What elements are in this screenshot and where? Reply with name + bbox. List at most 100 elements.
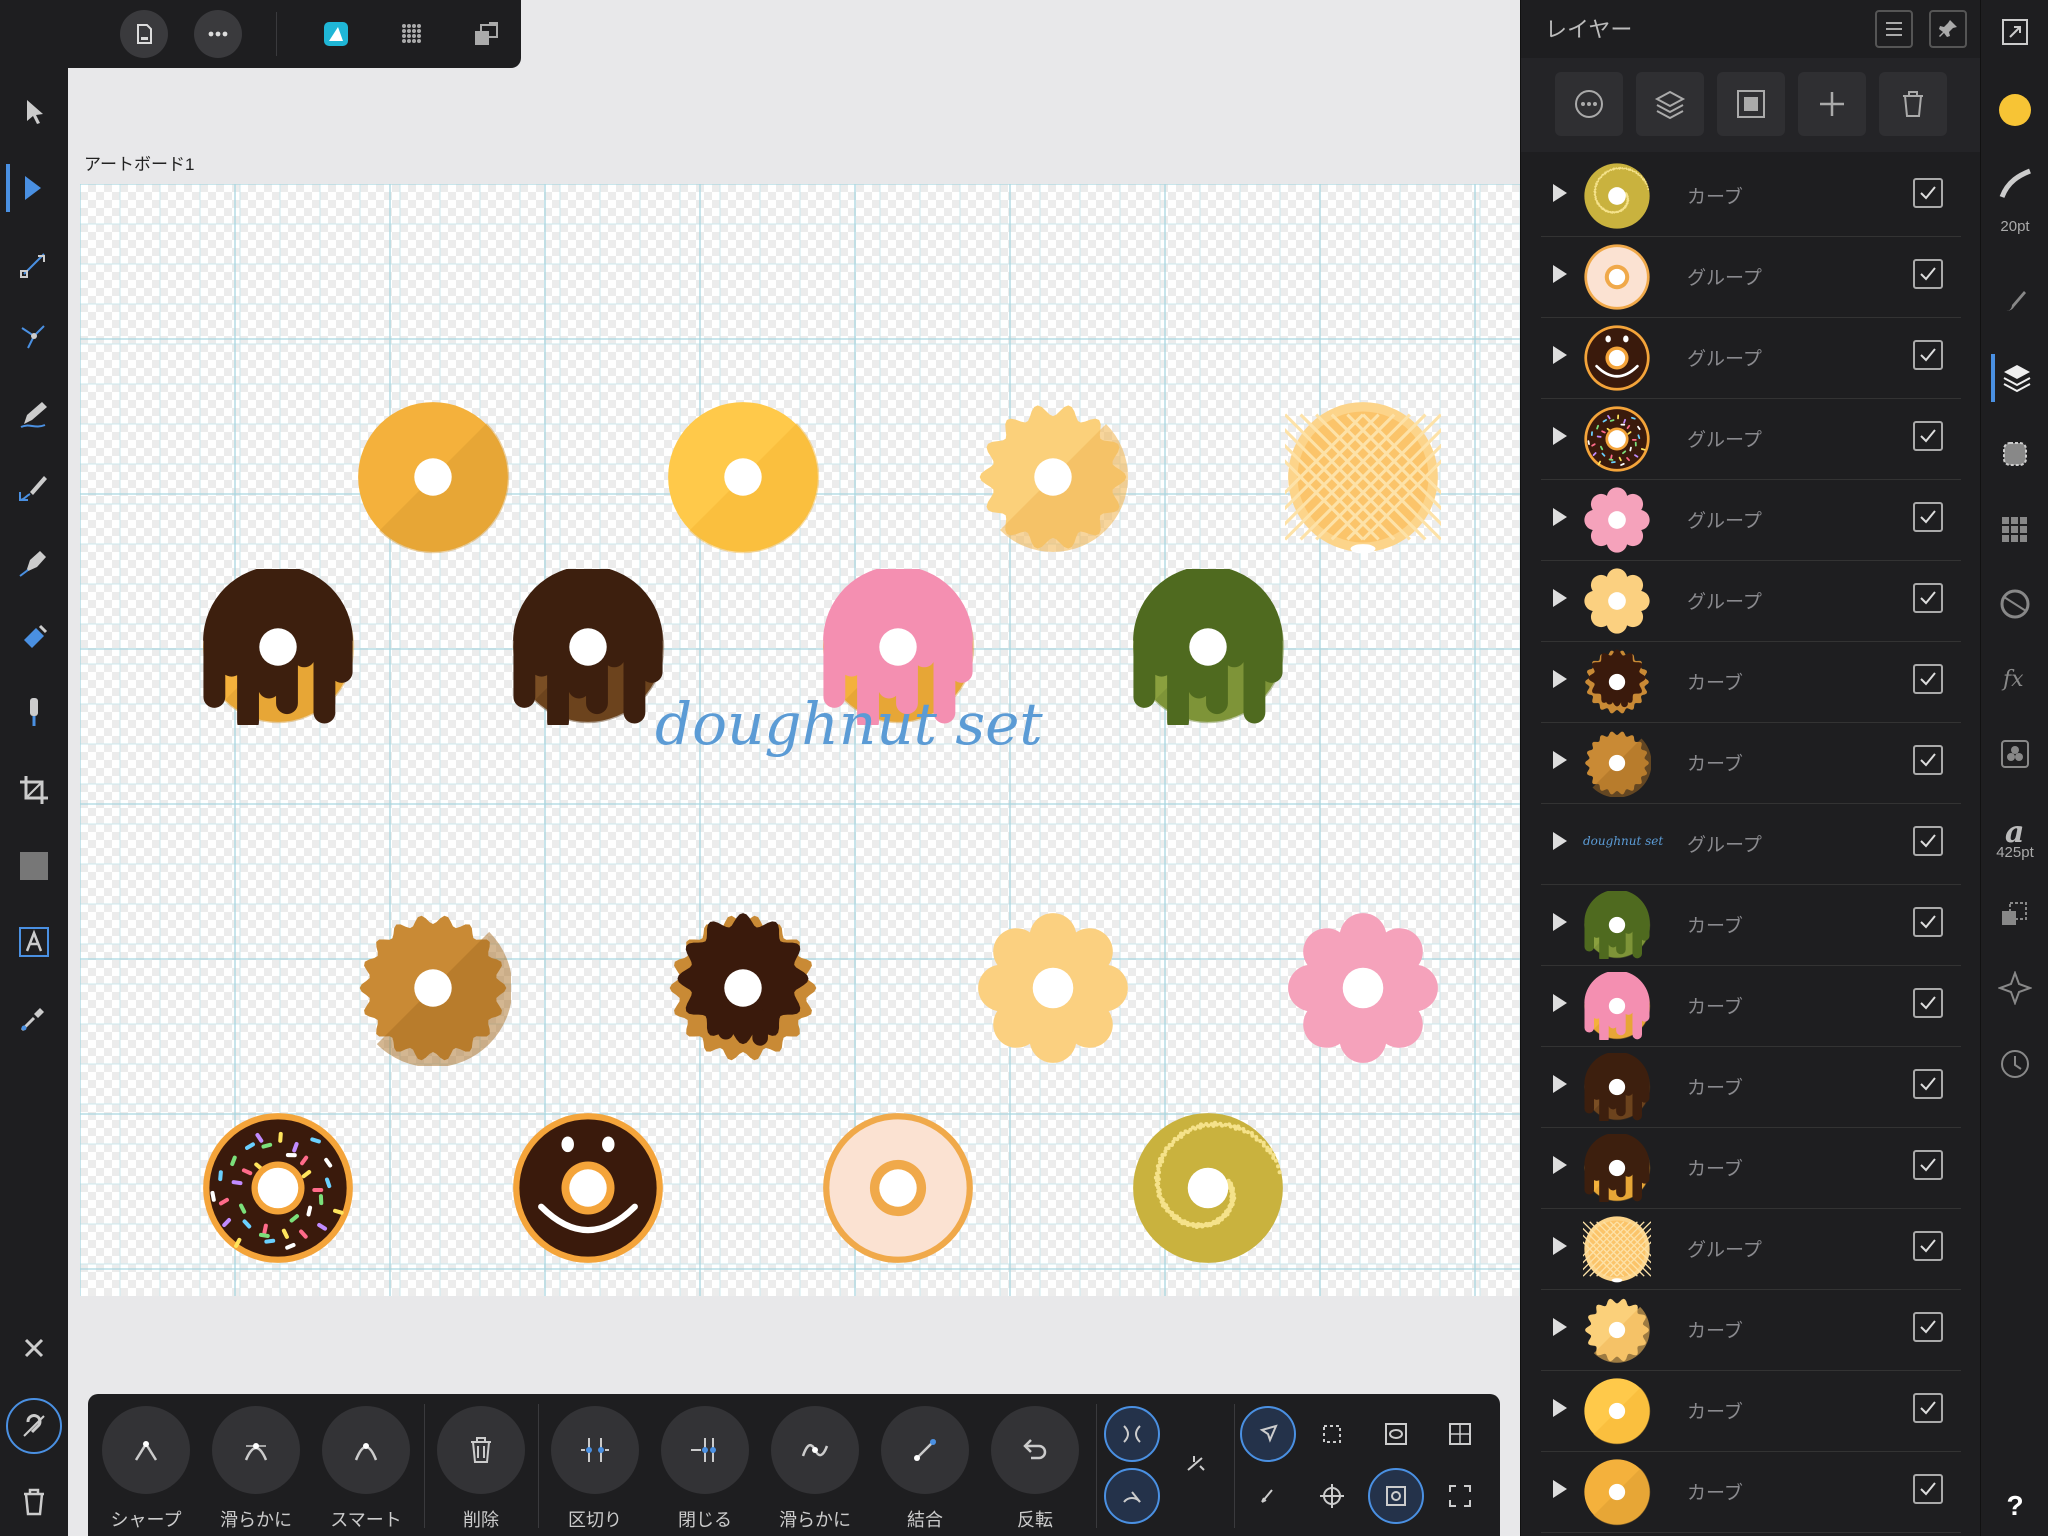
- delete-button[interactable]: 削除: [426, 1406, 536, 1532]
- layer-row[interactable]: カーブ: [1541, 1452, 1961, 1533]
- layer-row[interactable]: カーブ: [1541, 966, 1961, 1047]
- close-curve-button[interactable]: 閉じる: [650, 1406, 760, 1532]
- visibility-checkbox[interactable]: [1913, 988, 1943, 1018]
- visibility-checkbox[interactable]: [1913, 178, 1943, 208]
- expand-arrow-icon[interactable]: [1553, 751, 1567, 769]
- styles-icon[interactable]: [1991, 730, 2039, 778]
- doughnut-cream-ring[interactable]: [820, 1110, 976, 1270]
- layer-row[interactable]: カーブ: [1541, 1371, 1961, 1452]
- layer-row[interactable]: カーブ: [1541, 642, 1961, 723]
- pixel-persona-icon[interactable]: [388, 10, 436, 58]
- transparency-tool-icon[interactable]: [10, 688, 58, 736]
- layer-options-icon[interactable]: [1555, 72, 1623, 136]
- move-tool-icon[interactable]: [10, 88, 58, 136]
- text-tool-icon[interactable]: [10, 918, 58, 966]
- add-icon[interactable]: [1798, 72, 1866, 136]
- navigator-icon[interactable]: [1991, 964, 2039, 1012]
- visibility-checkbox[interactable]: [1913, 259, 1943, 289]
- layer-row[interactable]: カーブ: [1541, 156, 1961, 237]
- export-persona-icon[interactable]: [462, 10, 510, 58]
- layer-row[interactable]: グループ: [1541, 561, 1961, 642]
- transform-icon[interactable]: [1991, 890, 2039, 938]
- expand-arrow-icon[interactable]: [1553, 589, 1567, 607]
- doughnut-brown-bumpy[interactable]: [355, 910, 513, 1070]
- visibility-checkbox[interactable]: [1913, 583, 1943, 613]
- brush-icon[interactable]: [1991, 276, 2039, 324]
- layer-row[interactable]: カーブ: [1541, 1290, 1961, 1371]
- sharp-button[interactable]: シャープ: [91, 1406, 201, 1532]
- doughnut-smiley[interactable]: [510, 1110, 666, 1270]
- layer-row[interactable]: カーブ: [1541, 1128, 1961, 1209]
- pencil-tool-icon[interactable]: [10, 390, 58, 438]
- snap-angle-icon[interactable]: [1104, 1468, 1160, 1524]
- expand-arrow-icon[interactable]: [1553, 265, 1567, 283]
- effects-selection-icon[interactable]: [1991, 430, 2039, 478]
- stroke-width-icon[interactable]: [1991, 160, 2039, 208]
- fullscreen-icon[interactable]: [1991, 8, 2039, 56]
- expand-arrow-icon[interactable]: [1553, 427, 1567, 445]
- expand-arrow-icon[interactable]: [1553, 184, 1567, 202]
- doughnut-gold-glitter[interactable]: [1130, 1110, 1286, 1270]
- node-link-icon[interactable]: [1168, 1436, 1224, 1492]
- panel-menu-icon[interactable]: [1875, 10, 1913, 48]
- visibility-checkbox[interactable]: [1913, 340, 1943, 370]
- expand-icon[interactable]: [1432, 1468, 1488, 1524]
- expand-arrow-icon[interactable]: [1553, 832, 1567, 850]
- visibility-checkbox[interactable]: [1913, 1312, 1943, 1342]
- layer-row[interactable]: グループ: [1541, 1209, 1961, 1290]
- visibility-checkbox[interactable]: [1913, 907, 1943, 937]
- pin-icon[interactable]: [1929, 10, 1967, 48]
- visibility-checkbox[interactable]: [1913, 1069, 1943, 1099]
- node-tool-icon[interactable]: [6, 164, 54, 212]
- layer-row[interactable]: グループ: [1541, 318, 1961, 399]
- corner-tool-icon[interactable]: [10, 240, 58, 288]
- reverse-button[interactable]: 反転: [980, 1406, 1090, 1532]
- crosshair-icon[interactable]: [1304, 1468, 1360, 1524]
- doughnut-scallop[interactable]: [975, 399, 1131, 559]
- doughnut-waffle[interactable]: [1237, 399, 1489, 559]
- doughnut-pink-pon[interactable]: [1285, 910, 1441, 1070]
- layers-studio-icon[interactable]: [1991, 354, 2039, 402]
- snap-curves-icon[interactable]: [1104, 1406, 1160, 1462]
- align-nodes-icon[interactable]: [1432, 1406, 1488, 1462]
- color-picker-tool-icon[interactable]: [10, 994, 58, 1042]
- fill-tool-icon[interactable]: [10, 614, 58, 662]
- history-icon[interactable]: [1991, 1040, 2039, 1088]
- expand-arrow-icon[interactable]: [1553, 1480, 1567, 1498]
- mask-layer-icon[interactable]: [1717, 72, 1785, 136]
- expand-arrow-icon[interactable]: [1553, 913, 1567, 931]
- doughnut-yellow-plain[interactable]: [665, 399, 821, 559]
- snap-center-icon[interactable]: [1368, 1468, 1424, 1524]
- pen-tool-icon[interactable]: [10, 538, 58, 586]
- expand-arrow-icon[interactable]: [1553, 1237, 1567, 1255]
- doughnut-choco-bumpy[interactable]: [665, 910, 821, 1070]
- layer-row[interactable]: doughnut set グループ: [1541, 804, 1961, 885]
- visibility-checkbox[interactable]: [1913, 502, 1943, 532]
- visibility-checkbox[interactable]: [1913, 826, 1943, 856]
- expand-arrow-icon[interactable]: [1553, 994, 1567, 1012]
- layer-row[interactable]: グループ: [1541, 480, 1961, 561]
- expand-arrow-icon[interactable]: [1553, 670, 1567, 688]
- crop-tool-icon[interactable]: [10, 766, 58, 814]
- expand-arrow-icon[interactable]: [1553, 1399, 1567, 1417]
- vector-brush-tool-icon[interactable]: [10, 464, 58, 512]
- layer-row[interactable]: カーブ: [1541, 1047, 1961, 1128]
- help-icon[interactable]: ?: [1991, 1482, 2039, 1530]
- layer-row[interactable]: カーブ: [1541, 885, 1961, 966]
- expand-arrow-icon[interactable]: [1553, 1075, 1567, 1093]
- view-icon[interactable]: [1368, 1406, 1424, 1462]
- visibility-checkbox[interactable]: [1913, 745, 1943, 775]
- rectangle-tool-icon[interactable]: [10, 842, 58, 890]
- add-layer-icon[interactable]: [1636, 72, 1704, 136]
- doughnut-orange-plain[interactable]: [355, 399, 511, 559]
- expand-arrow-icon[interactable]: [1553, 1318, 1567, 1336]
- trash-icon[interactable]: [1879, 72, 1947, 136]
- layer-row[interactable]: グループ: [1541, 237, 1961, 318]
- layer-row[interactable]: グループ: [1541, 399, 1961, 480]
- expand-arrow-icon[interactable]: [1553, 346, 1567, 364]
- fx-icon[interactable]: fx: [1991, 654, 2039, 702]
- artboard-canvas[interactable]: doughnut set: [80, 184, 1520, 1296]
- visibility-checkbox[interactable]: [1913, 1474, 1943, 1504]
- swatches-grid-icon[interactable]: [1991, 506, 2039, 554]
- point-transform-tool-icon[interactable]: [10, 312, 58, 360]
